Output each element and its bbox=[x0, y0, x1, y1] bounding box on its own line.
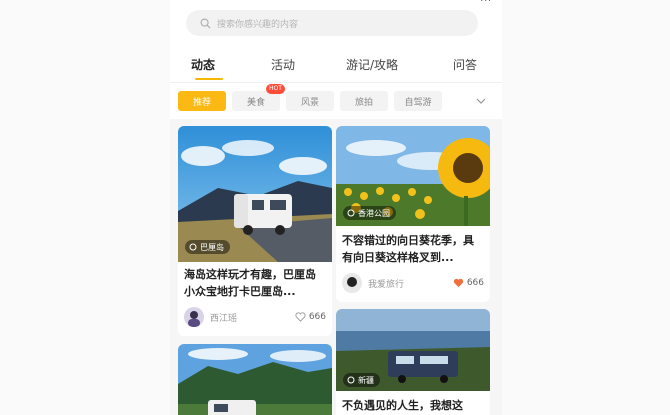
top-bar: ... 搜索你感兴趣的内容 bbox=[170, 0, 502, 44]
tab-bar: 动态 活动 游记/攻略 问答 bbox=[170, 44, 502, 82]
avatar[interactable] bbox=[342, 273, 362, 293]
chip-label: 风景 bbox=[300, 97, 319, 108]
app-screen: ... 搜索你感兴趣的内容 动态 活动 游记/攻略 问答 推荐 美食 HOT 风… bbox=[170, 0, 502, 415]
chip-scenery[interactable]: 风景 bbox=[286, 91, 334, 111]
feed-card[interactable]: 香港公园 不容错过的向日葵花季，具有向日葵这样格叉到... 我爱旅行 666 bbox=[336, 126, 490, 302]
tab-qa[interactable]: 问答 bbox=[453, 56, 477, 73]
card-title: 不负遇见的人生，我想这 bbox=[342, 399, 463, 412]
like-button[interactable]: 666 bbox=[295, 312, 326, 322]
feed-card[interactable] bbox=[178, 344, 332, 415]
avatar[interactable] bbox=[184, 307, 204, 327]
hot-badge: HOT bbox=[266, 84, 285, 94]
search-placeholder: 搜索你感兴趣的内容 bbox=[217, 19, 299, 30]
location-icon bbox=[347, 376, 355, 384]
chip-food[interactable]: 美食 HOT bbox=[232, 84, 285, 111]
tab-travel-notes[interactable]: 游记/攻略 bbox=[346, 56, 398, 73]
card-meta: 我爱旅行 666 bbox=[342, 272, 484, 294]
left-backdrop bbox=[0, 0, 170, 415]
chip-recommend[interactable]: 推荐 bbox=[178, 91, 226, 111]
status-indicators: ... bbox=[480, 0, 492, 4]
active-tab-indicator bbox=[195, 78, 223, 80]
location-label: 巴厘岛 bbox=[200, 242, 224, 252]
username[interactable]: 我爱旅行 bbox=[368, 277, 453, 290]
chip-label: 推荐 bbox=[192, 97, 211, 108]
search-input[interactable]: 搜索你感兴趣的内容 bbox=[186, 10, 478, 36]
location-icon bbox=[347, 209, 355, 217]
card-title: 海岛这样玩才有趣，巴厘岛小众宝地打卡巴厘岛... bbox=[184, 268, 316, 298]
heart-filled-icon bbox=[453, 278, 463, 288]
tab-activity[interactable]: 活动 bbox=[271, 56, 295, 73]
heart-outline-icon bbox=[295, 312, 306, 322]
feed-card[interactable]: 巴厘岛 海岛这样玩才有趣，巴厘岛小众宝地打卡巴厘岛... 西江瑶 666 bbox=[178, 126, 332, 336]
chip-label: 自驾游 bbox=[404, 97, 432, 108]
location-label: 香港公园 bbox=[358, 208, 390, 218]
chip-travel-photo[interactable]: 旅拍 bbox=[340, 91, 388, 111]
chip-label: 旅拍 bbox=[354, 97, 373, 108]
like-button[interactable]: 666 bbox=[453, 278, 484, 288]
rv-mountain-photo bbox=[178, 344, 332, 415]
chip-self-drive[interactable]: 自驾游 bbox=[394, 91, 442, 111]
category-filter: 推荐 美食 HOT 风景 旅拍 自驾游 bbox=[170, 82, 502, 119]
username[interactable]: 西江瑶 bbox=[210, 311, 295, 324]
feed-card[interactable]: 新疆 不负遇见的人生，我想这 bbox=[336, 309, 490, 415]
like-count: 666 bbox=[466, 278, 484, 288]
like-count: 666 bbox=[308, 312, 326, 322]
search-icon bbox=[200, 18, 211, 29]
location-badge: 新疆 bbox=[343, 373, 380, 387]
location-label: 新疆 bbox=[358, 375, 374, 385]
chevron-down-icon[interactable] bbox=[476, 96, 486, 106]
tab-dynamic[interactable]: 动态 bbox=[191, 56, 215, 73]
chip-label: 美食 bbox=[246, 97, 265, 108]
location-badge: 香港公园 bbox=[343, 206, 396, 220]
right-backdrop bbox=[502, 0, 670, 415]
card-title: 不容错过的向日葵花季，具有向日葵这样格叉到... bbox=[342, 234, 474, 264]
location-badge: 巴厘岛 bbox=[185, 240, 230, 254]
location-icon bbox=[189, 243, 197, 251]
card-meta: 西江瑶 666 bbox=[184, 306, 326, 328]
